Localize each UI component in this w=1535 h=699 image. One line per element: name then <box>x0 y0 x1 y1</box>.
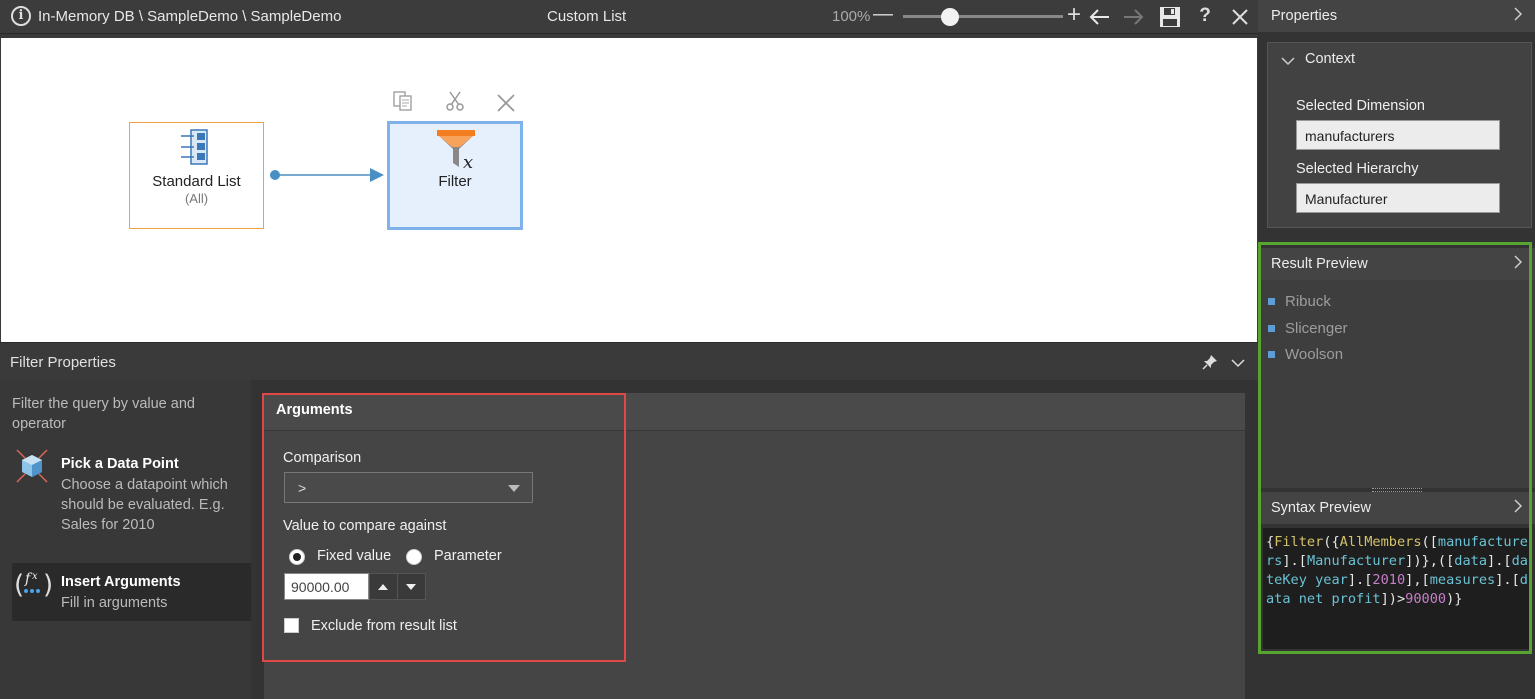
step-description: Choose a datapoint which should be evalu… <box>61 477 228 533</box>
close-icon[interactable] <box>1230 7 1250 27</box>
filter-properties-header: Filter Properties <box>0 342 1258 380</box>
breadcrumb: In-Memory DB \ SampleDemo \ SampleDemo <box>38 8 342 25</box>
svg-text:): ) <box>43 570 52 600</box>
redo-icon <box>1121 6 1145 28</box>
step-title: Pick a Data Point <box>61 456 179 472</box>
step-pick-data-point[interactable]: Pick a Data Point Choose a datapoint whi… <box>12 448 251 558</box>
chevron-right-icon[interactable] <box>1513 6 1523 27</box>
properties-header[interactable]: Properties <box>1258 0 1535 32</box>
undo-icon[interactable] <box>1088 6 1112 28</box>
arguments-highlight-box <box>262 393 626 662</box>
function-fx-icon: ( ) f x <box>14 569 53 601</box>
node-label: Filter <box>438 173 472 190</box>
standard-list-node[interactable]: Standard List (All) <box>129 122 264 229</box>
zoom-level: 100% <box>832 8 871 25</box>
filter-funnel-icon: x <box>435 127 479 173</box>
svg-text:(: ( <box>14 570 24 600</box>
svg-text:x: x <box>32 571 38 582</box>
wizard-description: Filter the query by value and operator <box>12 396 195 432</box>
node-label: Standard List <box>152 173 241 190</box>
datapoint-cube-icon <box>15 448 49 484</box>
chevron-down-icon[interactable] <box>1230 355 1246 371</box>
wizard-steps-panel: Filter the query by value and operator P… <box>0 380 251 699</box>
page-title: Custom List <box>547 8 627 25</box>
save-icon[interactable] <box>1159 6 1181 28</box>
hierarchy-value: Manufacturer <box>1305 191 1388 207</box>
step-title: Insert Arguments <box>61 574 181 590</box>
dimension-value: manufacturers <box>1305 128 1395 144</box>
title-bar: i In-Memory DB \ SampleDemo \ SampleDemo… <box>0 0 1258 34</box>
chevron-down-icon[interactable] <box>1281 54 1295 66</box>
dimension-field: manufacturers <box>1296 120 1500 150</box>
cut-icon[interactable] <box>444 90 466 112</box>
zoom-slider-thumb[interactable] <box>941 8 959 26</box>
info-icon[interactable]: i <box>11 6 31 26</box>
context-title: Context <box>1305 51 1355 67</box>
help-icon[interactable]: ? <box>1196 5 1214 27</box>
step-description: Fill in arguments <box>61 595 168 611</box>
list-icon <box>177 129 213 165</box>
svg-text:x: x <box>463 152 473 171</box>
zoom-slider-track[interactable] <box>903 15 1063 18</box>
zoom-in-icon[interactable]: + <box>1064 1 1084 29</box>
zoom-out-icon[interactable]: — <box>873 3 893 26</box>
pin-icon[interactable] <box>1202 354 1218 370</box>
filter-node[interactable]: x Filter <box>387 121 523 230</box>
panel-title: Filter Properties <box>10 354 116 371</box>
hierarchy-field: Manufacturer <box>1296 183 1500 213</box>
delete-icon[interactable] <box>496 93 516 113</box>
properties-title: Properties <box>1271 8 1338 24</box>
hierarchy-label: Selected Hierarchy <box>1296 161 1419 177</box>
preview-highlight-box <box>1258 242 1532 654</box>
node-sublabel: (All) <box>184 191 209 206</box>
step-insert-arguments[interactable]: ( ) f x Insert Arguments Fill in argumen… <box>12 563 251 621</box>
dimension-label: Selected Dimension <box>1296 98 1425 114</box>
copy-icon[interactable] <box>392 90 414 112</box>
connector-arrow <box>268 167 386 183</box>
